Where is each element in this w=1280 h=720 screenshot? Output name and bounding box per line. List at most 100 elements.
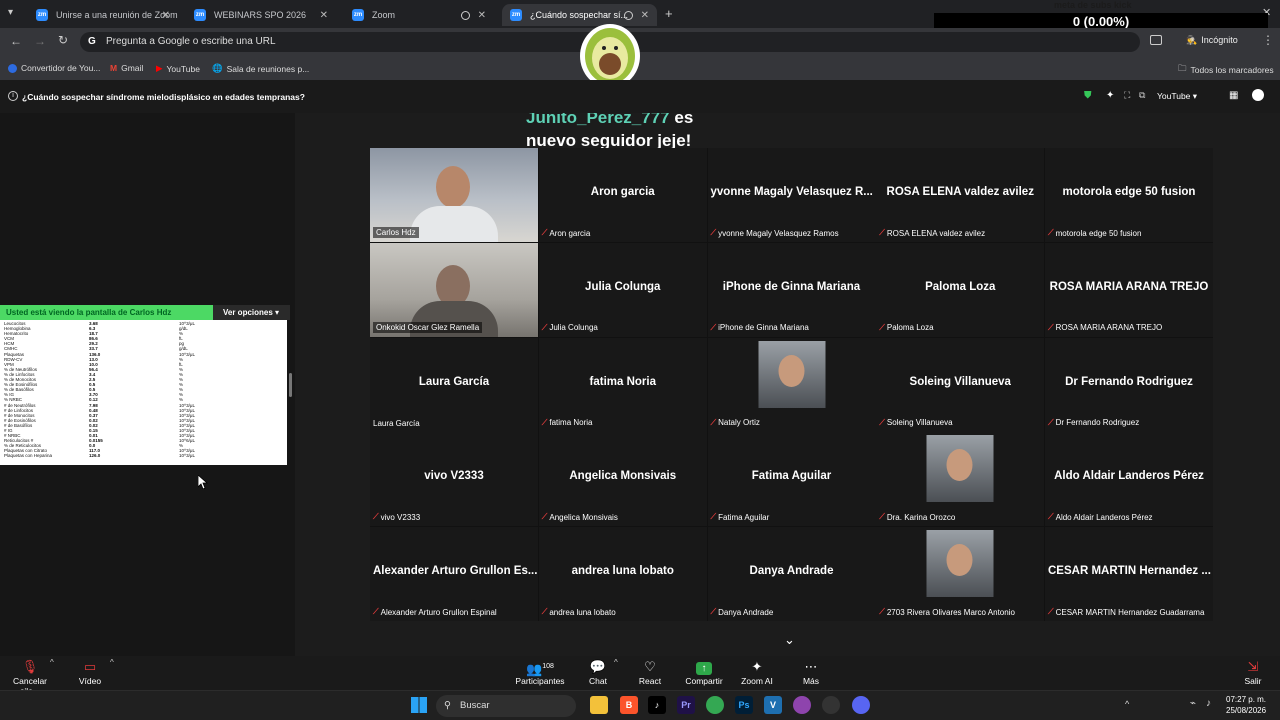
- profile-button[interactable]: 🕵 Incógnito: [1186, 35, 1238, 46]
- participant-tile[interactable]: ROSA ELENA valdez avilez ⟋ ROSA ELENA vald…: [876, 148, 1045, 242]
- ai-sparkle-icon[interactable]: ✦: [1106, 90, 1114, 101]
- close-icon[interactable]: ✕: [162, 10, 170, 21]
- google-icon: G: [88, 36, 96, 47]
- bookmark-meeting-room[interactable]: 🌐 Sala de reuniones p...: [212, 63, 309, 74]
- chat-button[interactable]: 💬 Chat: [584, 658, 612, 686]
- new-tab-button[interactable]: +: [665, 6, 673, 21]
- meeting-info-icon[interactable]: i: [8, 91, 18, 101]
- participant-tile[interactable]: iPhone de Ginna Mariana ⟋ iPhone de Ginna …: [707, 242, 876, 337]
- participant-name: CESAR MARTIN Hernandez Guadarrama: [1055, 607, 1205, 617]
- mic-off-icon: ⟋: [1048, 322, 1054, 332]
- participant-tile[interactable]: CESAR MARTIN Hernandez ... ⟋ CESAR MARTIN …: [1045, 527, 1213, 621]
- participant-tile[interactable]: Soleing Villanueva ⟋ Soleing Villanueva: [876, 337, 1045, 432]
- participant-tile[interactable]: Carlos Hdz: [370, 148, 538, 242]
- chrome-icon[interactable]: [706, 696, 724, 714]
- zoom-favicon-icon: zm: [510, 9, 522, 21]
- participant-tile[interactable]: Paloma Loza ⟋ Paloma Loza: [876, 242, 1045, 337]
- view-options-button[interactable]: Ver opciones ▾: [213, 305, 290, 320]
- participant-name-label: ⟋ Soleing Villanueva: [879, 418, 952, 428]
- clock-time[interactable]: 07:27 p. m.: [1226, 695, 1266, 704]
- more-button[interactable]: ⋯ Más: [798, 658, 824, 686]
- tab-webinars[interactable]: zm WEBINARS SPO 2026 ✕: [186, 4, 336, 26]
- participant-tile[interactable]: ROSA MARIA ARANA TREJO ⟋ ROSA MARIA ARANA …: [1045, 242, 1213, 337]
- ai-sparkle-icon: ✦: [751, 659, 763, 674]
- chat-options-chevron-icon[interactable]: ^: [614, 658, 618, 667]
- participant-tile[interactable]: Fatima Aguilar ⟋ Fatima Aguilar: [707, 432, 876, 527]
- participant-tile[interactable]: ⟋ Dra. Karina Orozco: [876, 432, 1045, 527]
- participant-tile[interactable]: Dr Fernando Rodriguez ⟋ Dr Fernando Rodrig…: [1045, 337, 1213, 432]
- heart-icon: ♡: [644, 659, 656, 674]
- discord-icon[interactable]: [852, 696, 870, 714]
- premiere-icon[interactable]: Pr: [677, 696, 695, 714]
- participant-tile[interactable]: Angelica Monsivais ⟋ Angelica Monsivais: [538, 432, 707, 527]
- participant-tile[interactable]: Onkokid Oscar Glez Ramella: [370, 242, 538, 337]
- bookmark-youtube[interactable]: ▶ YouTube: [156, 63, 200, 74]
- participant-tile[interactable]: Laura García Laura García: [370, 337, 538, 432]
- network-icon[interactable]: ⌁: [1190, 698, 1196, 709]
- participant-name: ROSA MARIA ARANA TREJO: [1055, 323, 1163, 333]
- all-bookmarks[interactable]: 🗀 Todos los marcadores: [1178, 63, 1274, 77]
- clock-date[interactable]: 25/08/2026: [1226, 706, 1266, 715]
- tab-zoom-join[interactable]: zm Unirse a una reunión de Zoom ✕: [28, 4, 178, 26]
- participants-count: 108: [542, 663, 554, 670]
- participant-tile[interactable]: Danya Andrade ⟋ Danya Andrade: [707, 527, 876, 621]
- layout-grid-icon[interactable]: ▦: [1229, 90, 1238, 101]
- participant-tile[interactable]: Julia Colunga ⟋ Julia Colunga: [538, 242, 707, 337]
- volume-icon[interactable]: ♪: [1206, 698, 1211, 709]
- participants-button[interactable]: 👥108 Participantes: [514, 658, 566, 686]
- forward-icon[interactable]: →: [34, 34, 46, 48]
- tab-title: WEBINARS SPO 2026: [214, 10, 307, 20]
- scroll-down-chevron-icon[interactable]: ⌄: [784, 632, 795, 648]
- file-explorer-icon[interactable]: [590, 696, 608, 714]
- panel-scrollbar[interactable]: [289, 373, 292, 397]
- participant-name: Dr Fernando Rodriguez: [1055, 418, 1140, 427]
- menu-icon[interactable]: ⋮: [1262, 33, 1274, 47]
- mic-off-icon: ⟋: [1048, 607, 1054, 616]
- bookmark-gmail[interactable]: M Gmail: [110, 63, 143, 73]
- sidepanel-icon[interactable]: [1150, 35, 1162, 45]
- tab-zoom[interactable]: zm Zoom ✕: [344, 4, 494, 26]
- view-options-label: Ver opciones: [223, 308, 273, 317]
- react-button[interactable]: ♡ React: [636, 658, 664, 686]
- leave-button[interactable]: ⇲ Salir: [1240, 658, 1266, 686]
- app-circle-icon[interactable]: [793, 696, 811, 714]
- brave-icon[interactable]: B: [620, 696, 638, 714]
- video-options-chevron-icon[interactable]: ^: [110, 658, 114, 667]
- participant-tile[interactable]: vivo V2333 ⟋ vivo V2333: [370, 432, 538, 527]
- participant-tile[interactable]: yvonne Magaly Velasquez R... ⟋ yvonne Maga…: [707, 148, 876, 242]
- taskbar-search[interactable]: ⚲ Buscar: [436, 695, 576, 717]
- share-button[interactable]: ↑ Compartir: [684, 658, 724, 686]
- view-selector[interactable]: YouTube ▾: [1157, 91, 1197, 102]
- participant-display-name: Alexander Arturo Grullon Es...: [373, 565, 538, 577]
- participant-tile[interactable]: motorola edge 50 fusion ⟋ motorola edge 50…: [1045, 148, 1213, 242]
- tab-list-chevron-icon[interactable]: ▾: [8, 7, 13, 18]
- security-shield-icon[interactable]: ⛊: [1084, 90, 1092, 101]
- mute-options-chevron-icon[interactable]: ^: [50, 658, 54, 667]
- participant-tile[interactable]: ⟋ 2703 Rivera Olivares Marco Antonio: [876, 527, 1045, 621]
- participant-tile[interactable]: Aron garcia ⟋ Aron garcia: [538, 148, 707, 242]
- participant-tile[interactable]: Aldo Aldair Landeros Pérez ⟋ Aldo Aldair L…: [1045, 432, 1213, 527]
- bookmark-converter[interactable]: Convertidor de You...: [8, 63, 100, 73]
- reload-icon[interactable]: ↻: [58, 33, 68, 47]
- connection-icon[interactable]: ⛶: [1124, 90, 1130, 101]
- video-button[interactable]: ▭ Vídeo: [74, 658, 106, 686]
- close-icon[interactable]: ✕: [320, 10, 328, 21]
- participant-name: Onkokid Oscar Glez Ramella: [376, 322, 480, 332]
- captions-icon[interactable]: ⧉: [1139, 90, 1145, 101]
- visual-studio-icon[interactable]: V: [764, 696, 782, 714]
- participant-tile[interactable]: Alexander Arturo Grullon Es... ⟋ Alexander…: [370, 527, 538, 621]
- tray-chevron-icon[interactable]: ^: [1125, 699, 1129, 709]
- close-icon[interactable]: ✕: [478, 10, 486, 21]
- zoom-ai-button[interactable]: ✦ Zoom AI: [740, 658, 774, 686]
- participant-display-name: andrea luna lobato: [571, 565, 674, 577]
- participant-tile[interactable]: fatima Noria ⟋ fatima Noria: [538, 337, 707, 432]
- photoshop-icon[interactable]: Ps: [735, 696, 753, 714]
- tiktok-icon[interactable]: ♪: [648, 696, 666, 714]
- mic-off-icon: ⟋: [1048, 417, 1054, 427]
- back-icon[interactable]: ←: [10, 34, 22, 48]
- participant-tile[interactable]: ⟋ Nataly Ortiz: [707, 337, 876, 432]
- windows-start-icon[interactable]: [411, 697, 427, 713]
- participant-name: Soleing Villanueva: [886, 418, 953, 427]
- participant-tile[interactable]: andrea luna lobato ⟋ andrea luna lobato: [538, 527, 707, 621]
- obs-icon[interactable]: [822, 696, 840, 714]
